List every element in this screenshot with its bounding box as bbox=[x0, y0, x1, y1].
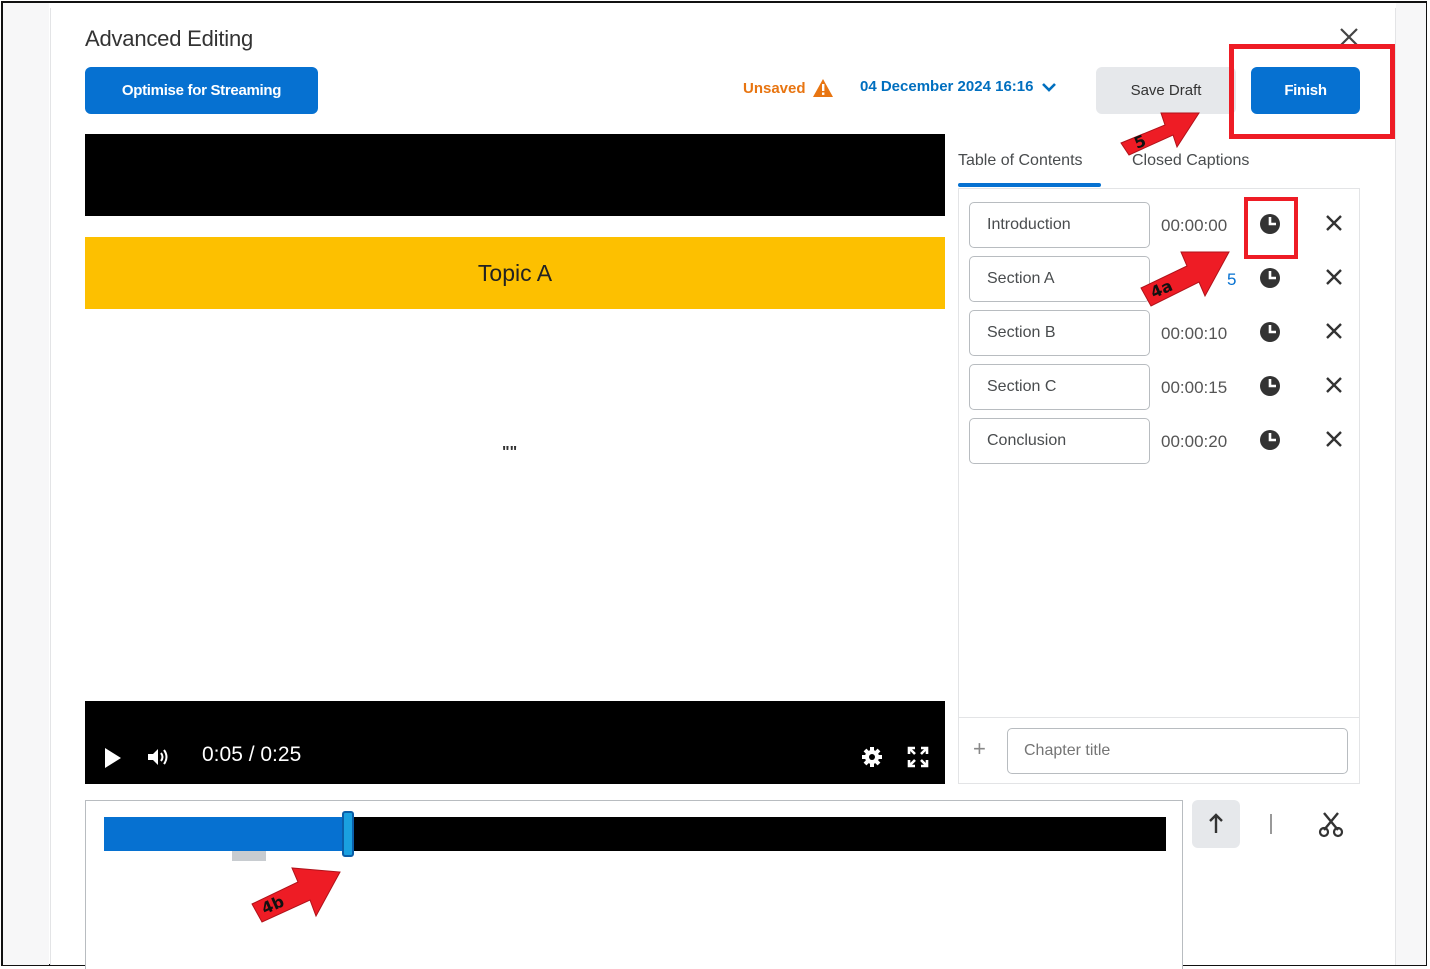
play-icon[interactable] bbox=[103, 747, 123, 769]
delete-chapter-icon[interactable] bbox=[1323, 428, 1345, 450]
move-marker-up-button[interactable] bbox=[1192, 800, 1240, 848]
dialog-title: Advanced Editing bbox=[85, 26, 254, 51]
chapter-title-field[interactable]: Section A bbox=[969, 256, 1150, 302]
add-chapter-plus-icon[interactable]: + bbox=[973, 736, 986, 762]
video-player[interactable]: Topic A "" 0:05 / 0:25 bbox=[85, 134, 945, 784]
scissors-icon[interactable] bbox=[1318, 810, 1344, 838]
chapter-row: Section B 00:00:10 bbox=[969, 310, 1349, 356]
chapter-title-text: Introduction bbox=[987, 216, 1071, 233]
add-chapter-row: + bbox=[959, 717, 1359, 783]
chapter-title-field[interactable]: Section C bbox=[969, 364, 1150, 410]
timeline-playhead[interactable] bbox=[342, 811, 354, 857]
active-tab-indicator bbox=[958, 183, 1101, 187]
timeline-played-fill bbox=[104, 817, 348, 851]
video-controls: 0:05 / 0:25 bbox=[85, 701, 945, 784]
revision-date-label: 04 December 2024 16:16 bbox=[860, 78, 1034, 95]
revision-date-dropdown[interactable]: 04 December 2024 16:16 bbox=[860, 78, 1057, 95]
chapter-title-text: Conclusion bbox=[987, 432, 1067, 449]
video-letterbox-top bbox=[85, 134, 945, 216]
set-time-clock-icon[interactable] bbox=[1259, 267, 1281, 289]
delete-chapter-icon[interactable] bbox=[1323, 374, 1345, 396]
chapter-row: Conclusion 00:00:20 bbox=[969, 418, 1349, 464]
delete-chapter-icon[interactable] bbox=[1323, 320, 1345, 342]
timeline-track[interactable] bbox=[104, 811, 1166, 861]
annotation-arrow-4b: 4b bbox=[251, 867, 341, 923]
chapter-title-input[interactable] bbox=[1007, 728, 1348, 774]
topic-text: Topic A bbox=[477, 259, 553, 286]
fullscreen-icon[interactable] bbox=[907, 746, 929, 768]
chevron-down-icon bbox=[1042, 82, 1057, 92]
chapter-title-text: Section B bbox=[987, 324, 1056, 341]
chapter-time: 00:00:00 bbox=[1161, 216, 1228, 235]
set-time-clock-icon[interactable] bbox=[1259, 429, 1281, 451]
chapter-title-field[interactable]: Section B bbox=[969, 310, 1150, 356]
delete-chapter-icon[interactable] bbox=[1323, 212, 1345, 234]
chapter-time: 00:00:20 bbox=[1161, 432, 1228, 451]
set-time-clock-icon[interactable] bbox=[1259, 375, 1281, 397]
background-page-right bbox=[1396, 3, 1426, 965]
background-page-left bbox=[3, 3, 49, 965]
arrow-up-icon bbox=[1209, 813, 1223, 833]
chapter-title-text: Section A bbox=[987, 270, 1055, 287]
annotation-arrow-5: 5 bbox=[1120, 112, 1200, 156]
clock-highlight-box bbox=[1244, 197, 1298, 259]
warning-icon bbox=[812, 79, 833, 97]
chapter-row: Section C 00:00:15 bbox=[969, 364, 1349, 410]
set-time-clock-icon[interactable] bbox=[1259, 321, 1281, 343]
chapter-time: 00:00:10 bbox=[1161, 324, 1228, 343]
volume-icon[interactable] bbox=[146, 746, 170, 768]
chapter-title-field[interactable]: Introduction bbox=[969, 202, 1150, 248]
video-center-mark: "" bbox=[502, 444, 518, 461]
chapter-title-field[interactable]: Conclusion bbox=[969, 418, 1150, 464]
tab-table-of-contents[interactable]: Table of Contents bbox=[958, 152, 1083, 170]
finish-highlight-box bbox=[1229, 44, 1395, 139]
delete-chapter-icon[interactable] bbox=[1323, 266, 1345, 288]
unsaved-label: Unsaved bbox=[743, 79, 806, 97]
split-marker-icon[interactable] bbox=[1270, 814, 1272, 834]
chapter-time: 00:00:15 bbox=[1161, 378, 1228, 397]
annotation-arrow-4a: 4a bbox=[1140, 251, 1230, 307]
video-time-display: 0:05 / 0:25 bbox=[202, 743, 302, 766]
gear-icon[interactable] bbox=[861, 746, 883, 768]
chapter-title-text: Section C bbox=[987, 378, 1057, 395]
video-topic-banner: Topic A bbox=[85, 237, 945, 309]
unsaved-status: Unsaved bbox=[743, 78, 834, 98]
optimise-for-streaming-button[interactable]: Optimise for Streaming bbox=[85, 67, 318, 114]
